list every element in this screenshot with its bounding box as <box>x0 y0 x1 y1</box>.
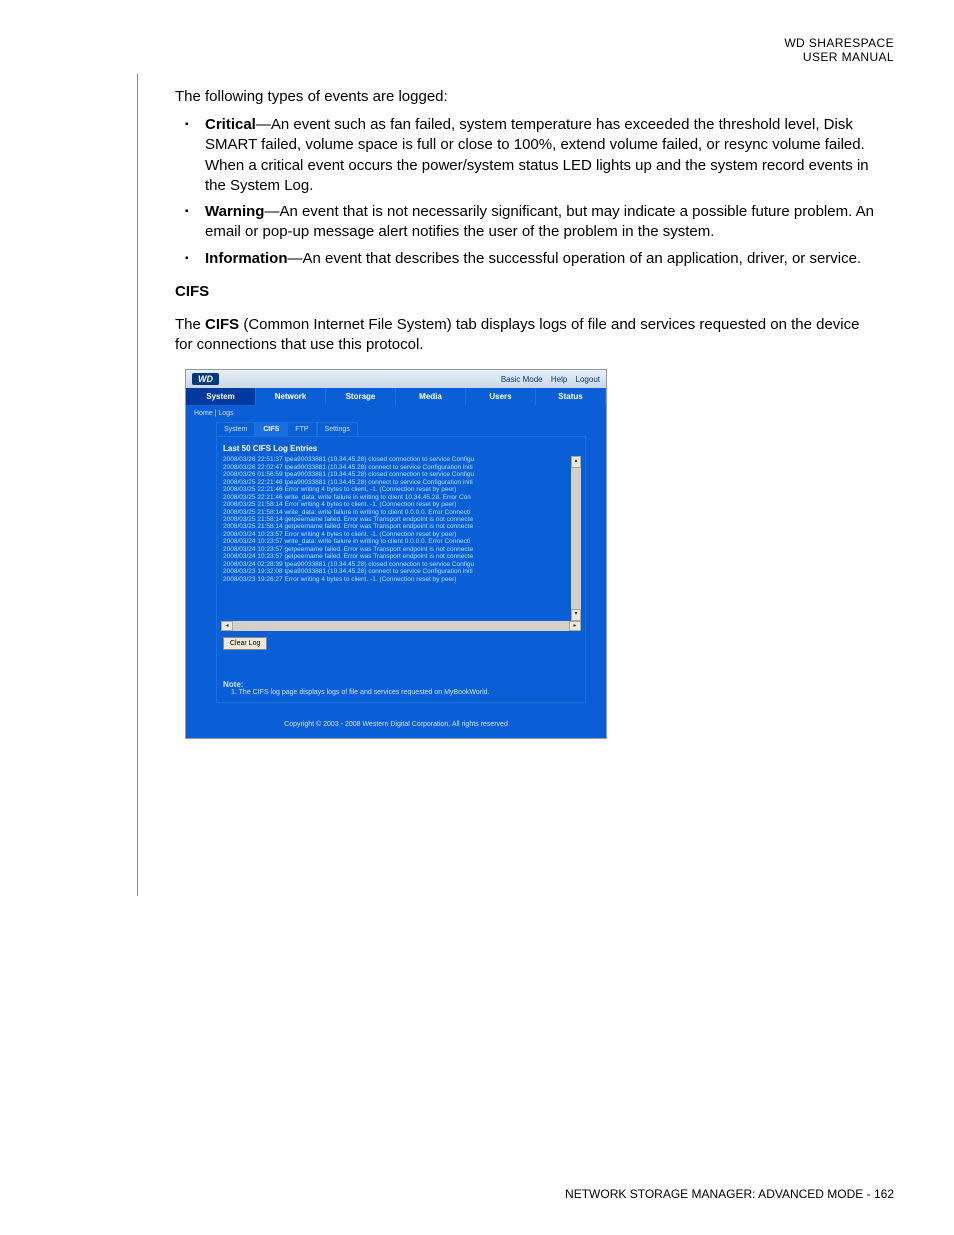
tab-status[interactable]: Status <box>536 388 606 405</box>
log-row: 2008/03/24 02:28:39 tpea90033881 (10.34.… <box>221 561 581 568</box>
log-window: 2008/03/26 22:51:37 tpea90033881 (10.34.… <box>221 456 581 621</box>
wd-logo: WD <box>192 373 219 385</box>
note-section: Note: 1. The CIFS log page displays logs… <box>221 680 581 696</box>
breadcrumb: Home | Logs <box>186 405 606 422</box>
cifs-paragraph: The CIFS (Common Internet File System) t… <box>175 315 875 356</box>
log-row: 2008/03/24 10:23:57 getpeername failed. … <box>221 546 581 553</box>
top-bar: WD Basic Mode Help Logout <box>186 370 606 388</box>
log-row: 2008/03/26 01:56:59 tpea90033881 (10.34.… <box>221 471 581 478</box>
scroll-up-icon[interactable]: ▴ <box>571 456 581 468</box>
main-tabs: System Network Storage Media Users Statu… <box>186 388 606 405</box>
desc: —An event that is not necessarily signif… <box>205 203 874 240</box>
desc: —An event that describes the successful … <box>288 250 862 267</box>
subtab-ftp[interactable]: FTP <box>287 422 316 436</box>
cifs-post: (Common Internet File System) tab displa… <box>175 316 859 353</box>
link-help[interactable]: Help <box>551 375 567 384</box>
log-row: 2008/03/25 21:58:14 write_data: write fa… <box>221 509 581 516</box>
term-information: Information <box>205 250 288 267</box>
tab-network[interactable]: Network <box>256 388 326 405</box>
header-line-2: USER MANUAL <box>784 50 894 64</box>
link-logout[interactable]: Logout <box>576 375 600 384</box>
clear-log-button[interactable]: Clear Log <box>223 637 267 650</box>
app-screenshot: WD Basic Mode Help Logout System Network… <box>185 369 607 739</box>
header-line-1: WD SHARESPACE <box>784 36 894 50</box>
list-item: Warning—An event that is not necessarily… <box>175 202 875 243</box>
desc: —An event such as fan failed, system tem… <box>205 116 869 194</box>
log-row: 2008/03/25 22:21:46 tpea90033881 (10.34.… <box>221 479 581 486</box>
subtab-settings[interactable]: Settings <box>317 422 358 436</box>
list-item: Critical—An event such as fan failed, sy… <box>175 115 875 196</box>
tab-media[interactable]: Media <box>396 388 466 405</box>
log-row: 2008/03/24 10:23:57 getpeername failed. … <box>221 553 581 560</box>
list-item: Information—An event that describes the … <box>175 249 875 269</box>
note-heading: Note: <box>223 680 579 689</box>
cifs-heading: CIFS <box>175 283 875 300</box>
page-footer: NETWORK STORAGE MANAGER: ADVANCED MODE -… <box>565 1187 894 1201</box>
note-text: 1. The CIFS log page displays logs of fi… <box>223 689 579 696</box>
subtab-system[interactable]: System <box>216 422 255 436</box>
term-critical: Critical <box>205 116 256 133</box>
link-basic-mode[interactable]: Basic Mode <box>501 375 543 384</box>
log-row: 2008/03/23 19:26:27 Error writing 4 byte… <box>221 576 581 583</box>
log-panel: Last 50 CIFS Log Entries 2008/03/26 22:5… <box>216 436 586 703</box>
log-row: 2008/03/25 21:58:14 Error writing 4 byte… <box>221 501 581 508</box>
subtab-cifs[interactable]: CIFS <box>255 422 287 436</box>
log-row: 2008/03/26 22:51:37 tpea90033881 (10.34.… <box>221 456 581 463</box>
log-row: 2008/03/25 21:58:14 getpeername failed. … <box>221 523 581 530</box>
horizontal-scrollbar[interactable]: ◂ ▸ <box>221 621 581 631</box>
cifs-pre: The <box>175 316 205 333</box>
panel-title: Last 50 CIFS Log Entries <box>223 444 581 453</box>
log-row: 2008/03/25 22:21:46 write_data: write fa… <box>221 494 581 501</box>
sub-tabs: System CIFS FTP Settings <box>216 422 586 436</box>
vertical-divider <box>137 74 138 896</box>
scroll-right-icon[interactable]: ▸ <box>569 621 581 631</box>
tab-storage[interactable]: Storage <box>326 388 396 405</box>
cifs-bold: CIFS <box>205 316 239 333</box>
tab-system[interactable]: System <box>186 388 256 405</box>
log-row: 2008/03/25 22:21:46 Error writing 4 byte… <box>221 486 581 493</box>
scroll-down-icon[interactable]: ▾ <box>571 609 581 621</box>
log-row: 2008/03/24 10:23:57 Error writing 4 byte… <box>221 531 581 538</box>
copyright-text: Copyright © 2003 - 2008 Western Digital … <box>186 721 606 728</box>
log-row: 2008/03/23 19:32:08 tpea90033881 (10.34.… <box>221 568 581 575</box>
page-header: WD SHARESPACE USER MANUAL <box>784 36 894 64</box>
log-row: 2008/03/24 10:23:57 write_data: write fa… <box>221 538 581 545</box>
event-types-list: Critical—An event such as fan failed, sy… <box>175 115 875 269</box>
top-links: Basic Mode Help Logout <box>495 375 600 384</box>
vertical-scrollbar[interactable]: ▴ ▾ <box>571 456 581 621</box>
scroll-left-icon[interactable]: ◂ <box>221 621 233 631</box>
log-row: 2008/03/26 22:02:47 tpea90033881 (10.34.… <box>221 464 581 471</box>
tab-users[interactable]: Users <box>466 388 536 405</box>
term-warning: Warning <box>205 203 264 220</box>
intro-text: The following types of events are logged… <box>175 88 875 105</box>
log-row: 2008/03/25 21:58:14 getpeername failed. … <box>221 516 581 523</box>
